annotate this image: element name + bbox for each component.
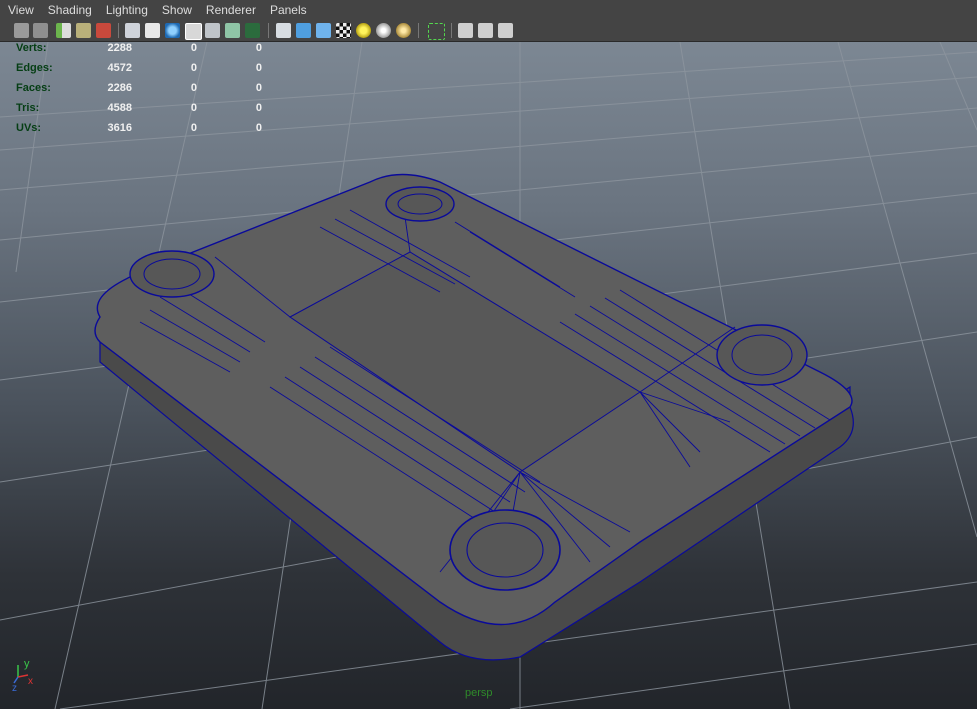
toolbar-separator [118, 23, 119, 38]
scene-canvas[interactable] [0, 42, 977, 709]
xray-joints-icon[interactable] [205, 23, 220, 38]
single-view-icon[interactable] [458, 23, 473, 38]
hud-tris-hidden: 0 [255, 102, 262, 114]
image-plane-icon[interactable] [76, 23, 91, 38]
hud-tris-label: Tris: [16, 102, 40, 114]
wireframe-on-shaded-icon[interactable] [165, 23, 180, 38]
camera-select-icon[interactable] [14, 23, 29, 38]
high-quality-icon[interactable] [316, 23, 331, 38]
hud-uvs-value: 3616 [107, 122, 132, 134]
light-gray-icon[interactable] [376, 23, 391, 38]
light-yellow-icon[interactable] [356, 23, 371, 38]
xray-icon[interactable] [185, 23, 202, 40]
light-gold-icon[interactable] [396, 23, 411, 38]
menu-show[interactable]: Show [154, 0, 198, 20]
isolate-select-icon[interactable] [296, 23, 311, 38]
hud-verts-label: Verts: [16, 42, 47, 54]
texture-icon[interactable] [225, 23, 240, 38]
hud-tris-value: 4588 [107, 102, 132, 114]
axis-z-label: z [12, 683, 17, 694]
grease-pencil-icon[interactable] [96, 23, 111, 38]
menu-shading[interactable]: Shading [40, 0, 98, 20]
hud-verts-hidden: 0 [255, 42, 262, 54]
hud-verts-value: 2288 [107, 42, 132, 54]
default-material-icon[interactable] [245, 23, 260, 38]
hud-faces-selected: 0 [190, 82, 197, 94]
menu-lighting[interactable]: Lighting [98, 0, 154, 20]
bookmark-icon[interactable] [56, 23, 71, 38]
camera-name-label: persp [465, 687, 493, 699]
camera-attributes-icon[interactable] [33, 23, 48, 38]
hud-uvs-label: UVs: [16, 122, 42, 134]
shadows-icon[interactable] [336, 23, 351, 38]
hud-edges-value: 4572 [107, 62, 132, 74]
flat-lighting-icon[interactable] [276, 23, 291, 38]
select-camera-icon[interactable] [428, 23, 445, 40]
hud-edges-selected: 0 [190, 62, 197, 74]
toolbar-separator [268, 23, 269, 38]
axis-x-label: x [28, 676, 33, 687]
panel-menu-bar: View Shading Lighting Show Renderer Pane… [0, 0, 977, 21]
hud-faces-value: 2286 [107, 82, 132, 94]
maya-viewport-panel: View Shading Lighting Show Renderer Pane… [0, 0, 977, 709]
panel-toolbar [0, 20, 977, 42]
hud-uvs-selected: 0 [190, 122, 197, 134]
hud-tris-selected: 0 [190, 102, 197, 114]
hud-uvs-hidden: 0 [255, 122, 262, 134]
menu-view[interactable]: View [0, 0, 40, 20]
axis-x-line [17, 674, 29, 678]
toolbar-separator [451, 23, 452, 38]
heads-up-display: Verts: 2288 0 0 Edges: 4572 0 0 Faces: 2… [0, 42, 300, 142]
wireframe-icon[interactable] [125, 23, 140, 38]
3d-viewport[interactable] [0, 42, 977, 709]
hud-faces-label: Faces: [16, 82, 51, 94]
hud-edges-hidden: 0 [255, 62, 262, 74]
menu-renderer[interactable]: Renderer [198, 0, 262, 20]
hud-faces-hidden: 0 [255, 82, 262, 94]
axis-y-label: y [24, 658, 30, 670]
smooth-shade-icon[interactable] [145, 23, 160, 38]
toolbar-separator [418, 23, 419, 38]
tray-mesh[interactable] [94, 173, 854, 661]
network-icon[interactable] [498, 23, 513, 38]
hud-edges-label: Edges: [16, 62, 53, 74]
two-view-icon[interactable] [478, 23, 493, 38]
hud-verts-selected: 0 [190, 42, 197, 54]
view-axis-indicator: y x z [12, 658, 33, 694]
menu-panels[interactable]: Panels [262, 0, 313, 20]
